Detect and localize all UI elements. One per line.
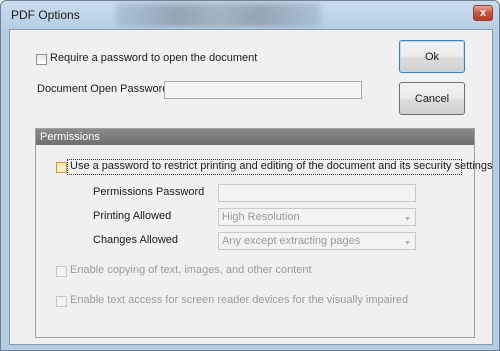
ok-button[interactable]: Ok [399,40,465,73]
close-icon: x [479,7,487,19]
printing-allowed-select[interactable]: High Resolution ▼ [218,208,416,226]
cancel-button[interactable]: Cancel [399,82,465,115]
window-title: PDF Options [11,8,80,22]
dialog-client-area: Require a password to open the document … [9,29,493,345]
changes-allowed-select[interactable]: Any except extracting pages ▼ [218,232,416,250]
use-permissions-password-label: Use a password to restrict printing and … [70,160,493,172]
permissions-password-label: Permissions Password [93,186,205,198]
enable-copying-label: Enable copying of text, images, and othe… [70,264,312,276]
use-permissions-password-checkbox[interactable] [56,162,67,173]
permissions-header: Permissions [36,129,474,145]
enable-text-access-checkbox[interactable] [56,296,67,307]
title-bar-background [116,3,321,27]
require-password-checkbox[interactable] [36,54,47,65]
chevron-down-icon: ▼ [404,240,411,247]
permissions-group: Permissions Use a password to restrict p… [35,128,493,338]
require-password-label: Require a password to open the document [50,52,258,64]
enable-text-access-label: Enable text access for screen reader dev… [70,294,409,306]
chevron-down-icon: ▼ [404,216,411,223]
close-button[interactable]: x [473,5,493,21]
printing-allowed-label: Printing Allowed [93,210,172,222]
changes-allowed-label: Changes Allowed [93,234,179,246]
changes-allowed-value: Any except extracting pages [222,235,361,247]
pdf-options-window: PDF Options x Require a password to open… [0,0,500,351]
title-bar[interactable]: PDF Options x [1,1,499,29]
printing-allowed-value: High Resolution [222,211,300,223]
enable-copying-checkbox[interactable] [56,266,67,277]
open-password-label: Document Open Password: [37,83,172,95]
permissions-password-field[interactable] [218,184,416,202]
open-password-field[interactable] [164,81,362,99]
